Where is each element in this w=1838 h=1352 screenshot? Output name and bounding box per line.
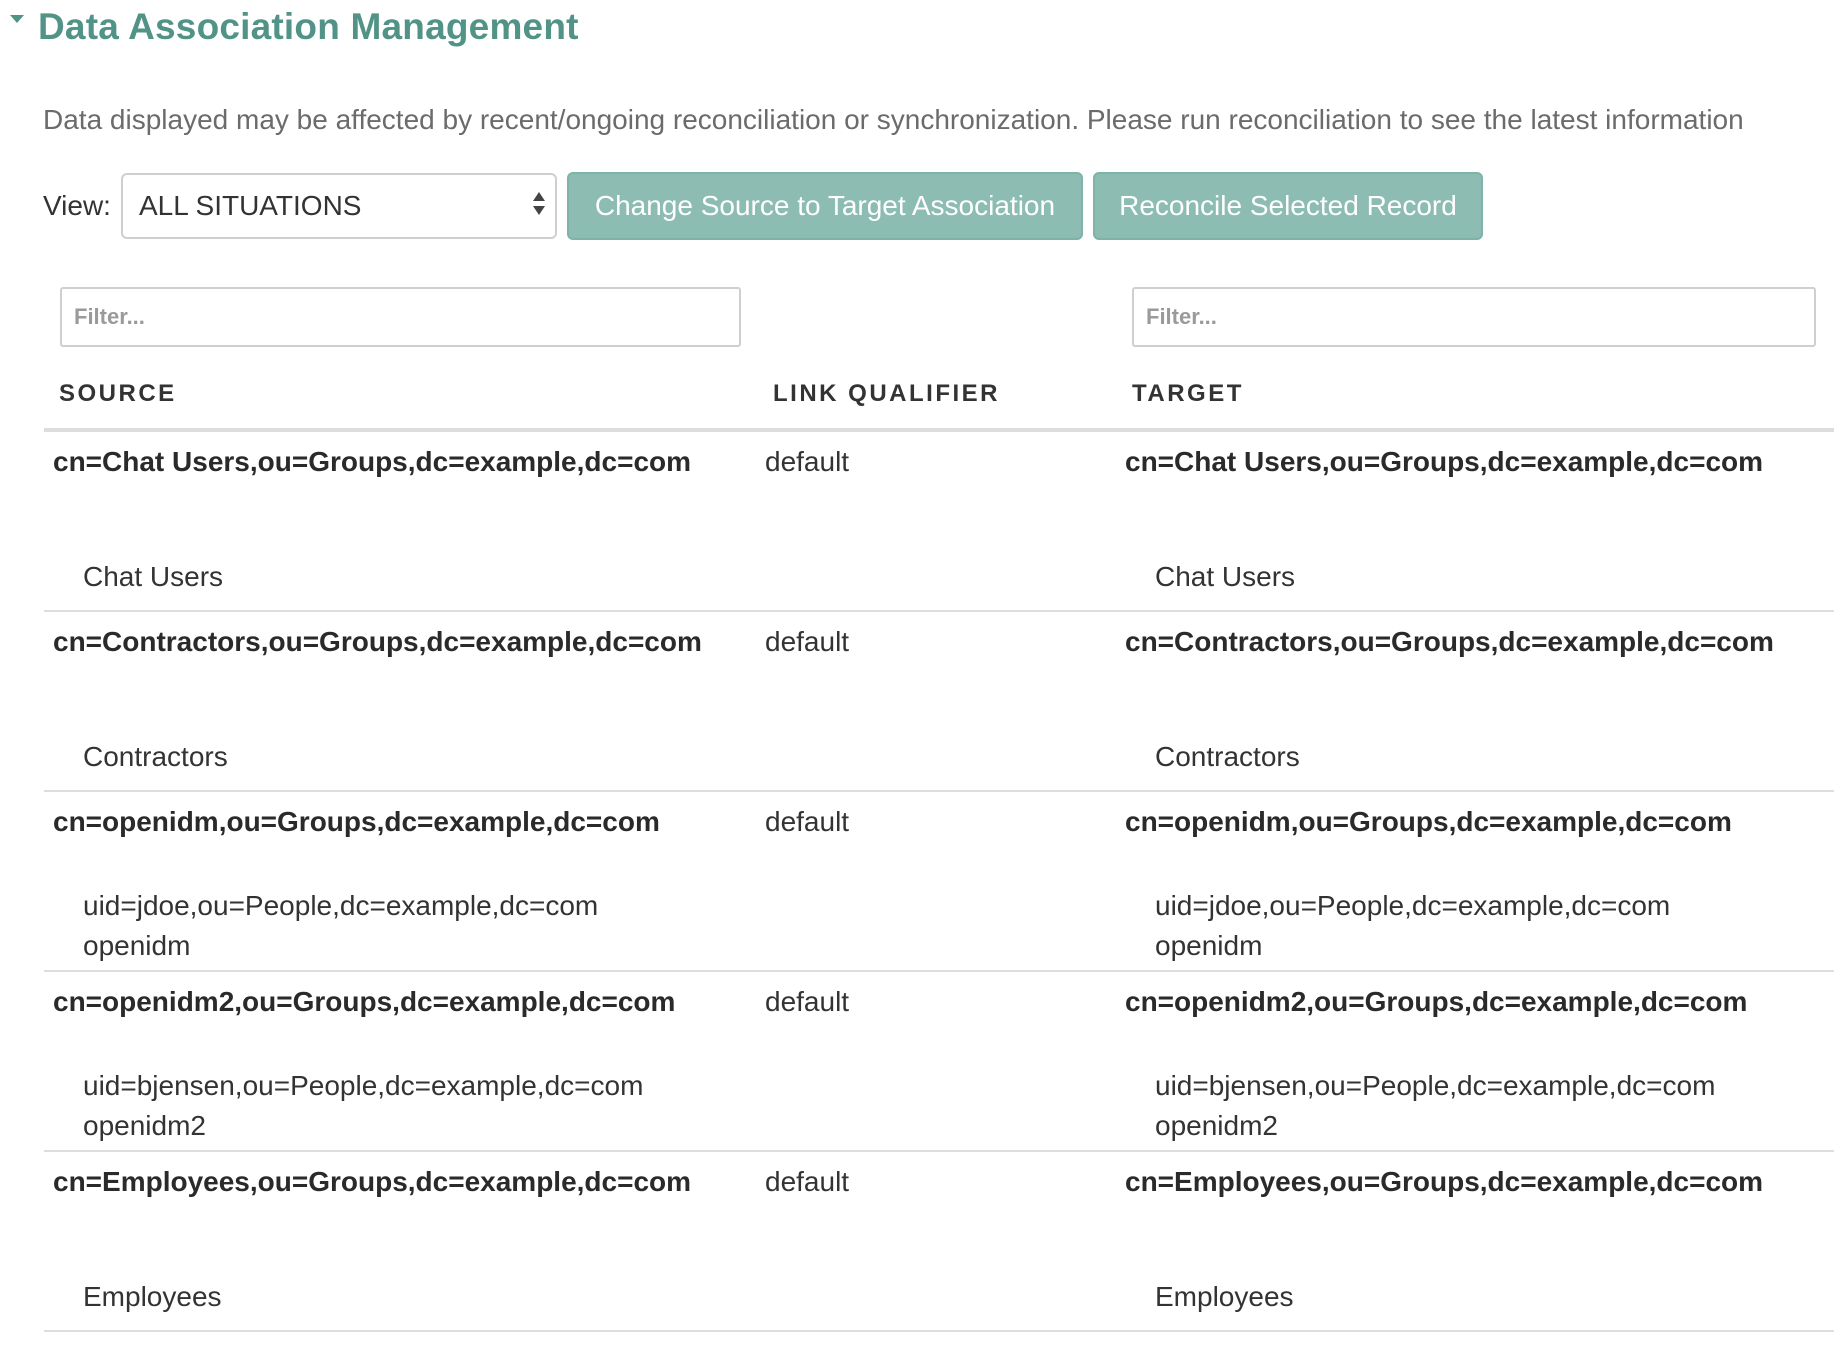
- source-detail: uid=jdoe,ou=People,dc=example,dc=com: [83, 890, 599, 921]
- caret-down-icon: [10, 15, 24, 23]
- source-detail-list: uid=jdoe,ou=People,dc=example,dc=com ope…: [83, 886, 598, 966]
- view-label: View:: [43, 190, 111, 221]
- link-qualifier: default: [765, 806, 850, 837]
- link-qualifier: default: [765, 986, 850, 1017]
- section-toggle[interactable]: Data Association Management: [10, 6, 579, 48]
- link-qualifier: default: [765, 446, 850, 477]
- target-detail: openidm: [1155, 930, 1263, 961]
- target-detail-list: uid=bjensen,ou=People,dc=example,dc=com …: [1155, 1066, 1715, 1146]
- target-dn: cn=openidm,ou=Groups,dc=example,dc=com: [1125, 806, 1732, 837]
- source-dn: cn=Contractors,ou=Groups,dc=example,dc=c…: [53, 626, 702, 657]
- section-title: Data Association Management: [38, 6, 579, 47]
- link-qualifier: default: [765, 626, 850, 657]
- target-filter-input[interactable]: Filter...: [1132, 287, 1816, 347]
- column-header-target: TARGET: [1132, 380, 1244, 407]
- source-detail: uid=bjensen,ou=People,dc=example,dc=com: [83, 1070, 644, 1101]
- source-dn: cn=Employees,ou=Groups,dc=example,dc=com: [53, 1166, 692, 1197]
- target-detail: uid=bjensen,ou=People,dc=example,dc=com: [1155, 1070, 1716, 1101]
- change-association-button[interactable]: Change Source to Target Association: [566, 172, 1083, 240]
- reconciliation-notice: Data displayed may be affected by recent…: [43, 104, 1744, 135]
- source-filter-input[interactable]: Filter...: [60, 287, 741, 347]
- source-detail: openidm: [83, 930, 191, 961]
- column-header-link-qualifier: LINK QUALIFIER: [773, 380, 1000, 407]
- target-dn: cn=Chat Users,ou=Groups,dc=example,dc=co…: [1125, 446, 1764, 477]
- source-detail: Chat Users: [83, 561, 224, 592]
- reconcile-selected-button[interactable]: Reconcile Selected Record: [1092, 172, 1483, 240]
- source-dn: cn=openidm2,ou=Groups,dc=example,dc=com: [53, 986, 676, 1017]
- table-row[interactable]: cn=Chat Users,ou=Groups,dc=example,dc=co…: [44, 432, 1834, 612]
- source-detail-list: uid=bjensen,ou=People,dc=example,dc=com …: [83, 1066, 643, 1146]
- view-toolbar: View: ALL SITUATIONS Change Source to Ta…: [43, 172, 1493, 240]
- target-detail: uid=jdoe,ou=People,dc=example,dc=com: [1155, 890, 1671, 921]
- select-arrows-icon: [532, 192, 545, 215]
- source-dn: cn=openidm,ou=Groups,dc=example,dc=com: [53, 806, 660, 837]
- table-row[interactable]: cn=Employees,ou=Groups,dc=example,dc=com…: [44, 1152, 1834, 1332]
- source-detail: Employees: [83, 1281, 222, 1312]
- source-dn: cn=Chat Users,ou=Groups,dc=example,dc=co…: [53, 446, 692, 477]
- view-select[interactable]: ALL SITUATIONS: [120, 173, 557, 239]
- source-detail: openidm2: [83, 1110, 206, 1141]
- target-detail: Contractors: [1155, 741, 1300, 772]
- table-row[interactable]: cn=openidm,ou=Groups,dc=example,dc=com d…: [44, 792, 1834, 972]
- target-dn: cn=Employees,ou=Groups,dc=example,dc=com: [1125, 1166, 1764, 1197]
- target-detail: Employees: [1155, 1281, 1294, 1312]
- view-select-value: ALL SITUATIONS: [138, 190, 362, 221]
- column-header-source: SOURCE: [59, 380, 177, 407]
- link-qualifier: default: [765, 1166, 850, 1197]
- target-detail: Chat Users: [1155, 561, 1296, 592]
- table-row[interactable]: cn=Contractors,ou=Groups,dc=example,dc=c…: [44, 612, 1834, 792]
- target-dn: cn=Contractors,ou=Groups,dc=example,dc=c…: [1125, 626, 1774, 657]
- source-detail: Contractors: [83, 741, 228, 772]
- target-dn: cn=openidm2,ou=Groups,dc=example,dc=com: [1125, 986, 1748, 1017]
- target-detail-list: uid=jdoe,ou=People,dc=example,dc=com ope…: [1155, 886, 1670, 966]
- association-table: cn=Chat Users,ou=Groups,dc=example,dc=co…: [44, 432, 1834, 1332]
- table-row[interactable]: cn=openidm2,ou=Groups,dc=example,dc=com …: [44, 972, 1834, 1152]
- target-detail: openidm2: [1155, 1110, 1278, 1141]
